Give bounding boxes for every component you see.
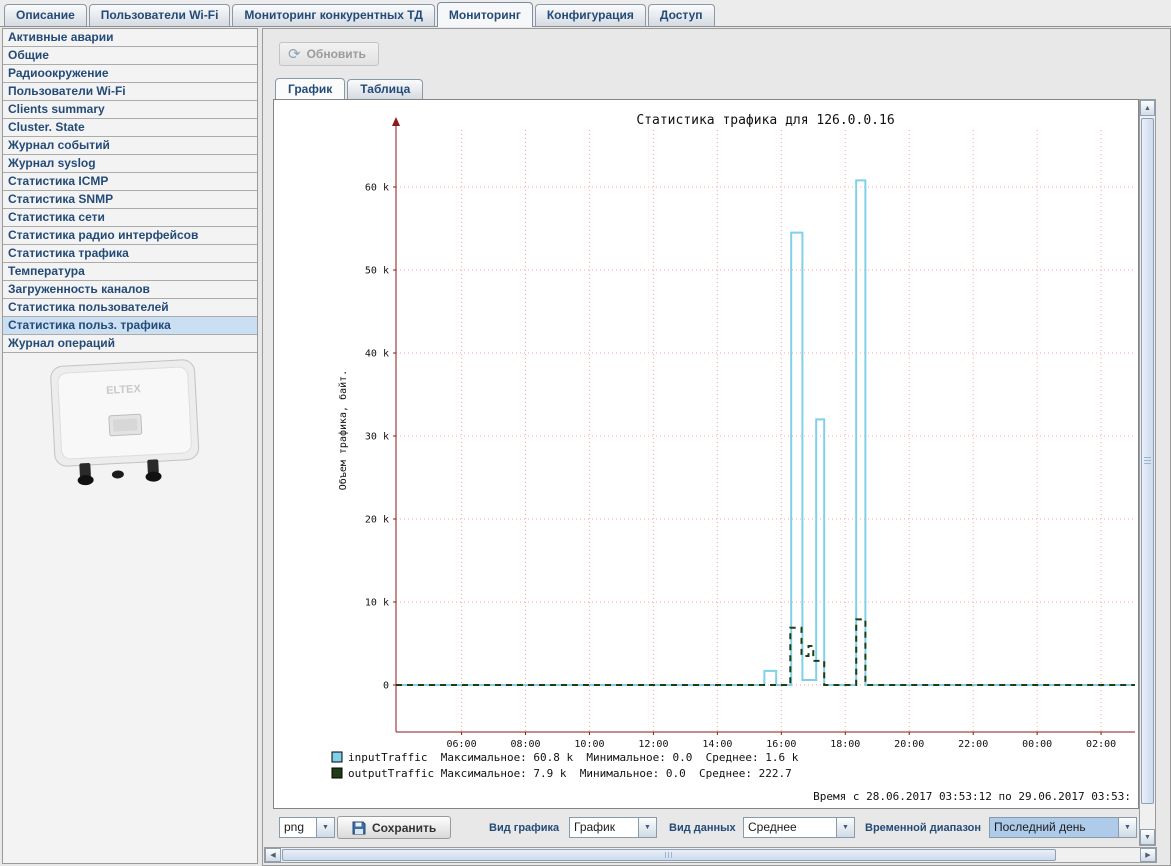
device-image: ELTEX — [25, 357, 225, 497]
device-brand-label: ELTEX — [106, 383, 142, 397]
tab-wifi-users[interactable]: Пользователи Wi-Fi — [89, 4, 231, 26]
top-tab-bar: ОписаниеПользователи Wi-FiМониторинг кон… — [0, 0, 1171, 27]
content-tab-table[interactable]: Таблица — [347, 79, 423, 99]
data-type-label: Вид данных — [669, 815, 736, 841]
svg-text:00:00: 00:00 — [1022, 739, 1052, 750]
tab-description[interactable]: Описание — [4, 4, 87, 26]
sidebar-item-operations-log[interactable]: Журнал операций — [3, 335, 257, 353]
scroll-right-button[interactable]: ▶ — [1140, 848, 1156, 862]
svg-text:16:00: 16:00 — [766, 739, 796, 750]
svg-text:40 k: 40 k — [365, 349, 389, 360]
svg-text:22:00: 22:00 — [958, 739, 988, 750]
format-select-value: png — [280, 818, 316, 837]
sidebar-item-wifi-users[interactable]: Пользователи Wi-Fi — [3, 83, 257, 101]
sidebar-item-temperature[interactable]: Температура — [3, 263, 257, 281]
chart-type-label: Вид графика — [489, 815, 559, 841]
chart-viewport: 06:00 08:00 10:00 12:00 14:00 16:00 18:00 20:00… — [273, 99, 1139, 809]
sidebar-item-event-log[interactable]: Журнал событий — [3, 137, 257, 155]
svg-text:60 k: 60 k — [365, 183, 389, 194]
sidebar-item-syslog-log[interactable]: Журнал syslog — [3, 155, 257, 173]
horizontal-scroll-thumb[interactable] — [282, 849, 1056, 861]
svg-text:10:00: 10:00 — [574, 739, 604, 750]
data-type-select[interactable]: Среднее ▼ — [743, 817, 855, 838]
svg-text:20:00: 20:00 — [894, 739, 924, 750]
refresh-label: Обновить — [307, 47, 366, 61]
tab-access[interactable]: Доступ — [648, 4, 715, 26]
sidebar-item-icmp-stats[interactable]: Статистика ICMP — [3, 173, 257, 191]
sidebar-item-channel-utilization[interactable]: Загруженность каналов — [3, 281, 257, 299]
sidebar-item-radio-interface-stats[interactable]: Статистика радио интерфейсов — [3, 227, 257, 245]
svg-text:50 k: 50 k — [365, 266, 389, 277]
tab-monitoring[interactable]: Мониторинг — [437, 2, 533, 27]
svg-text:12:00: 12:00 — [638, 739, 668, 750]
svg-text:10 k: 10 k — [365, 598, 389, 609]
save-label: Сохранить — [372, 821, 436, 835]
svg-text:02:00: 02:00 — [1086, 739, 1116, 750]
legend-entry-outputTraffic: outputTraffic Максимальное: 7.9 k Минима… — [348, 767, 792, 780]
vertical-scrollbar[interactable]: ▲ ▼ — [1139, 99, 1156, 846]
sidebar-item-active-alarms[interactable]: Активные аварии — [3, 29, 257, 47]
scroll-up-button[interactable]: ▲ — [1140, 100, 1155, 116]
sidebar-item-radio-environment[interactable]: Радиоокружение — [3, 65, 257, 83]
svg-text:08:00: 08:00 — [510, 739, 540, 750]
traffic-chart: 06:00 08:00 10:00 12:00 14:00 16:00 18:00 20:00… — [274, 100, 1138, 808]
sidebar-item-list: Активные аварииОбщиеРадиоокружениеПользо… — [3, 29, 257, 353]
refresh-icon: ⟳ — [288, 45, 301, 63]
svg-text:18:00: 18:00 — [830, 739, 860, 750]
legend-swatch-outputTraffic — [332, 768, 342, 778]
svg-text:20 k: 20 k — [365, 515, 389, 526]
chart-type-value: График — [570, 818, 638, 837]
sidebar: Активные аварииОбщиеРадиоокружениеПользо… — [2, 28, 258, 864]
format-select[interactable]: png ▼ — [279, 817, 335, 838]
floppy-icon — [352, 821, 366, 835]
save-button[interactable]: Сохранить — [337, 816, 451, 839]
sidebar-item-user-stats[interactable]: Статистика пользователей — [3, 299, 257, 317]
main-panel: ⟳ Обновить ГрафикТаблица 06:0008:0010:00… — [262, 28, 1171, 866]
series-outputTraffic — [396, 619, 1135, 685]
svg-text:14:00: 14:00 — [702, 739, 732, 750]
sidebar-item-clients-summary[interactable]: Clients summary — [3, 101, 257, 119]
content-tab-chart[interactable]: График — [275, 78, 345, 100]
data-type-value: Среднее — [744, 818, 836, 837]
svg-text:06:00: 06:00 — [446, 739, 476, 750]
chevron-down-icon[interactable]: ▼ — [1118, 818, 1136, 837]
refresh-button[interactable]: ⟳ Обновить — [279, 42, 379, 66]
time-range-value: Последний день — [990, 818, 1118, 837]
chart-time-range: Время с 28.06.2017 03:53:12 по 29.06.201… — [813, 790, 1131, 803]
sidebar-item-user-traffic-stats[interactable]: Статистика польз. трафика — [3, 317, 257, 335]
chart-type-select[interactable]: График ▼ — [569, 817, 657, 838]
svg-text:0: 0 — [383, 681, 389, 692]
time-range-label: Временной диапазон — [865, 815, 981, 841]
scroll-left-button[interactable]: ◀ — [265, 848, 281, 862]
chart-title: Статистика трафика для 126.0.0.16 — [636, 113, 894, 128]
horizontal-scrollbar[interactable]: ◀ ▶ — [264, 847, 1157, 863]
chevron-down-icon[interactable]: ▼ — [836, 818, 854, 837]
vertical-scroll-thumb[interactable] — [1141, 118, 1154, 804]
sidebar-item-snmp-stats[interactable]: Статистика SNMP — [3, 191, 257, 209]
tab-neighbor-ap-monitoring[interactable]: Мониторинг конкурентных ТД — [232, 4, 434, 26]
sidebar-item-network-stats[interactable]: Статистика сети — [3, 209, 257, 227]
chart-ylabel: Объем трафика, байт. — [337, 370, 349, 490]
chart-controls: png ▼ Сохранить Вид графика График ▼ Вид… — [263, 815, 1170, 841]
sidebar-item-general[interactable]: Общие — [3, 47, 257, 65]
series-inputTraffic — [396, 180, 1135, 685]
legend-swatch-inputTraffic — [332, 752, 342, 762]
tab-configuration[interactable]: Конфигурация — [535, 4, 646, 26]
svg-text:30 k: 30 k — [365, 432, 389, 443]
time-range-select[interactable]: Последний день ▼ — [989, 817, 1137, 838]
sidebar-item-traffic-stats[interactable]: Статистика трафика — [3, 245, 257, 263]
chevron-down-icon[interactable]: ▼ — [638, 818, 656, 837]
legend-entry-inputTraffic: inputTraffic Максимальное: 60.8 k Минима… — [348, 751, 799, 764]
content-tab-bar: ГрафикТаблица — [275, 78, 423, 99]
chevron-down-icon[interactable]: ▼ — [316, 818, 334, 837]
sidebar-item-cluster-state[interactable]: Cluster. State — [3, 119, 257, 137]
